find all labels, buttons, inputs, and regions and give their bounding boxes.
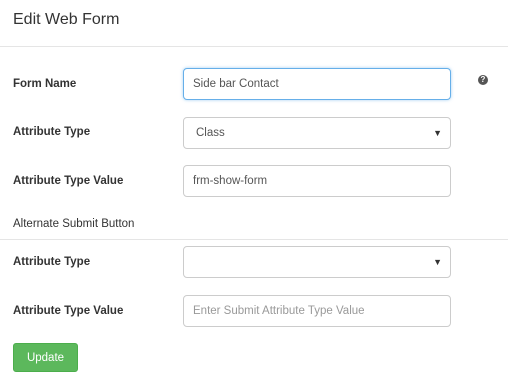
submit-attribute-type-label: Attribute Type [13,256,91,268]
attribute-type-label: Attribute Type [13,126,91,138]
attribute-type-selected-value: Class [196,127,225,139]
submit-attribute-type-select[interactable]: ▼ [183,246,451,278]
attribute-type-value-label: Attribute Type Value [13,175,124,187]
form-name-label: Form Name [13,78,77,90]
update-button[interactable]: Update [13,343,78,372]
attribute-type-select[interactable]: Class ▼ [183,117,451,149]
form-name-input[interactable] [183,68,451,100]
alternate-submit-section-label: Alternate Submit Button [13,218,135,230]
attribute-type-value-input[interactable] [183,165,451,197]
page-title: Edit Web Form [13,11,120,28]
caret-down-icon: ▼ [433,257,442,267]
caret-down-icon: ▼ [433,128,442,138]
submit-attribute-type-value-label: Attribute Type Value [13,305,124,317]
section-divider [0,239,508,240]
question-circle-icon[interactable]: ? [478,75,488,85]
submit-attribute-type-value-input[interactable] [183,295,451,327]
modal-header: Edit Web Form [0,0,508,47]
